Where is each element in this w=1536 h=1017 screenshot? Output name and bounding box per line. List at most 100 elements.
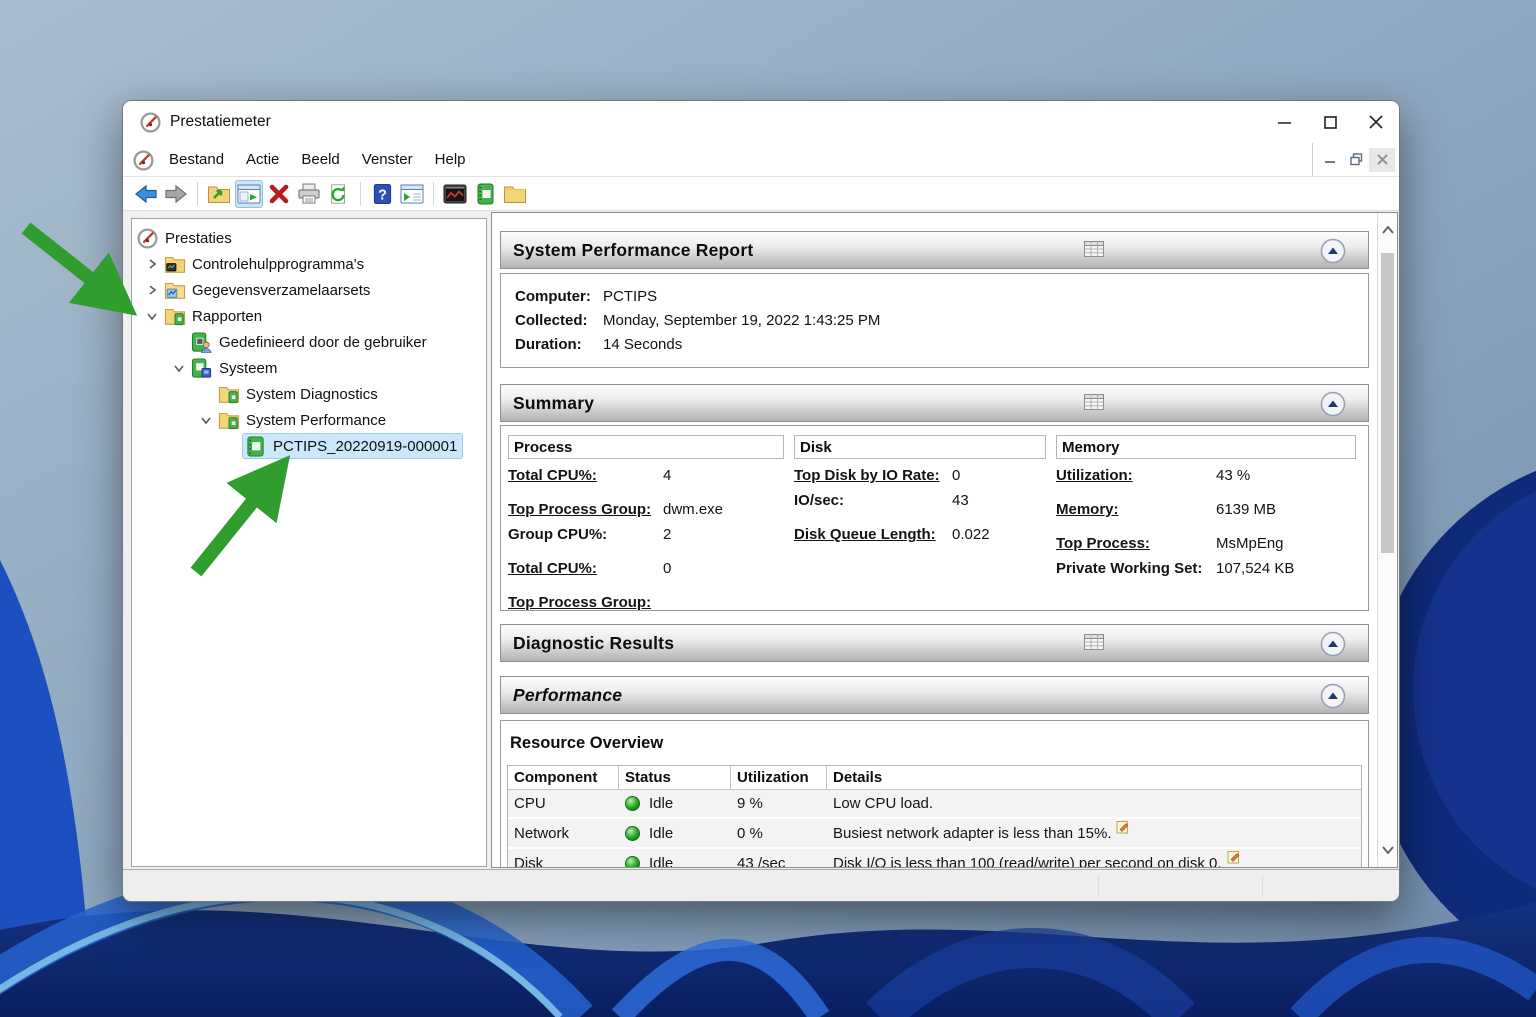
menu-items: Bestand Actie Beeld Venster Help bbox=[158, 147, 477, 172]
menu-item-venster[interactable]: Venster bbox=[351, 147, 424, 172]
mdi-restore-button[interactable] bbox=[1343, 148, 1369, 172]
summary-label-link[interactable]: Utilization: bbox=[1056, 467, 1216, 484]
collapse-section-button[interactable] bbox=[1320, 238, 1346, 264]
summary-label-link[interactable]: Disk Queue Length: bbox=[794, 526, 952, 543]
title-bar[interactable]: Prestatiemeter bbox=[123, 101, 1399, 143]
prestatiemeter-window: Prestatiemeter Bestand Actie Beeld Venster H… bbox=[122, 100, 1400, 902]
tree-item-gegevensverzamelaarsets[interactable]: Gegevensverzamelaarsets bbox=[132, 277, 486, 303]
menu-item-help[interactable]: Help bbox=[424, 147, 477, 172]
scrollbar-thumb[interactable] bbox=[1381, 253, 1394, 553]
table-view-icon[interactable] bbox=[1084, 634, 1104, 655]
back-button[interactable] bbox=[132, 180, 160, 208]
summary-row: Disk Queue Length: 0.022 bbox=[794, 526, 1046, 543]
menu-item-actie[interactable]: Actie bbox=[235, 147, 290, 172]
summary-value: 6139 MB bbox=[1216, 501, 1277, 518]
svg-text:?: ? bbox=[378, 187, 387, 203]
tree-node[interactable]: Systeem bbox=[189, 356, 282, 380]
section-system-performance-report[interactable]: System Performance Report bbox=[500, 231, 1369, 269]
report-info-box: Computer: PCTIPS Collected: Monday, Septemb… bbox=[500, 273, 1369, 368]
tree-node[interactable]: System Performance bbox=[216, 408, 391, 432]
folder-tools-icon bbox=[164, 254, 186, 274]
summary-value: 0 bbox=[952, 467, 961, 484]
summary-column-header: Process bbox=[508, 435, 784, 459]
tree-item-system-performance[interactable]: System Performance bbox=[132, 407, 486, 433]
summary-label-link[interactable]: Top Process Group: bbox=[508, 594, 663, 611]
tree-node[interactable]: Gegevensverzamelaarsets bbox=[162, 278, 375, 302]
export-button[interactable] bbox=[205, 180, 233, 208]
summary-value: 2 bbox=[663, 526, 672, 543]
vertical-scrollbar[interactable] bbox=[1377, 213, 1397, 867]
toggle-console-tree-button[interactable] bbox=[235, 179, 263, 208]
collapse-section-button[interactable] bbox=[1320, 391, 1346, 417]
section-diagnostic-results[interactable]: Diagnostic Results bbox=[500, 624, 1369, 662]
help-button[interactable]: ? bbox=[368, 180, 396, 208]
maximize-button[interactable] bbox=[1307, 101, 1353, 143]
menu-item-bestand[interactable]: Bestand bbox=[158, 147, 235, 172]
table-view-icon[interactable] bbox=[1084, 394, 1104, 415]
new-window-button[interactable] bbox=[398, 180, 426, 208]
mdi-close-button[interactable] bbox=[1369, 147, 1395, 172]
chevron-right-icon[interactable] bbox=[141, 256, 162, 272]
report-pane: System Performance Report Computer: PCTIP… bbox=[491, 212, 1398, 868]
table-view-icon[interactable] bbox=[1084, 241, 1104, 262]
details-text: Low CPU load. bbox=[833, 795, 934, 812]
summary-label-link[interactable]: Memory: bbox=[1056, 501, 1216, 518]
scroll-down-icon[interactable] bbox=[1378, 839, 1397, 861]
scroll-up-icon[interactable] bbox=[1378, 219, 1397, 241]
component-cell: Disk bbox=[514, 854, 544, 868]
section-performance[interactable]: Performance bbox=[500, 676, 1369, 714]
arrow-right-icon bbox=[164, 183, 188, 205]
red-x-icon bbox=[268, 183, 290, 205]
section-summary[interactable]: Summary bbox=[500, 384, 1369, 422]
delete-button[interactable] bbox=[265, 180, 293, 208]
summary-label-link[interactable]: Top Process Group: bbox=[508, 501, 663, 518]
chevron-down-icon[interactable] bbox=[168, 360, 189, 376]
chevron-down-icon[interactable] bbox=[141, 308, 162, 324]
summary-label-link[interactable]: Top Disk by IO Rate: bbox=[794, 467, 952, 484]
tree-item-prestaties[interactable]: Prestaties bbox=[132, 225, 486, 251]
tree-node[interactable]: Rapporten bbox=[162, 304, 267, 328]
collapse-section-button[interactable] bbox=[1320, 631, 1346, 657]
info-field-label: Collected: bbox=[515, 312, 588, 329]
tree-item-system-diagnostics[interactable]: System Diagnostics bbox=[132, 381, 486, 407]
folder-export-icon bbox=[207, 183, 231, 204]
tree-node[interactable]: System Diagnostics bbox=[216, 382, 383, 406]
tree-node[interactable]: PCTIPS_20220919-000001 bbox=[241, 433, 464, 459]
collapse-section-button[interactable] bbox=[1320, 683, 1346, 709]
close-button[interactable] bbox=[1353, 101, 1399, 143]
print-button[interactable] bbox=[295, 180, 323, 208]
summary-value: 4 bbox=[663, 467, 672, 484]
summary-label: IO/sec: bbox=[794, 492, 845, 509]
summary-value: 0 bbox=[663, 560, 672, 577]
details-text: Disk I/O is less than 100 (read/write) p… bbox=[833, 854, 1222, 868]
tree-item-gedefinieerd-door-de-gebruiker[interactable]: Gedefinieerd door de gebruiker bbox=[132, 329, 486, 355]
report-view-button[interactable] bbox=[471, 180, 499, 208]
tree-item-label: Prestaties bbox=[165, 229, 232, 247]
tree-node[interactable]: Prestaties bbox=[135, 226, 237, 250]
mdi-minimize-button[interactable] bbox=[1317, 148, 1343, 172]
folder-view-button[interactable] bbox=[501, 180, 529, 208]
tree-item-rapporten[interactable]: Rapporten bbox=[132, 303, 486, 329]
summary-label-link[interactable]: Total CPU%: bbox=[508, 560, 663, 577]
summary-label-link[interactable]: Total CPU%: bbox=[508, 467, 663, 484]
column-header-status: Status bbox=[619, 766, 731, 790]
report-info-row: Duration: 14 Seconds bbox=[515, 333, 1368, 357]
menu-item-beeld[interactable]: Beeld bbox=[290, 147, 350, 172]
refresh-button[interactable] bbox=[325, 180, 353, 208]
note-icon[interactable] bbox=[1227, 850, 1241, 867]
tree-item-pctips-20220919-000001[interactable]: PCTIPS_20220919-000001 bbox=[132, 433, 486, 459]
summary-column-header: Disk bbox=[794, 435, 1046, 459]
chevron-right-icon[interactable] bbox=[141, 282, 162, 298]
tree-item-systeem[interactable]: Systeem bbox=[132, 355, 486, 381]
summary-label-link[interactable]: Top Process: bbox=[1056, 535, 1216, 552]
forward-button[interactable] bbox=[162, 180, 190, 208]
tree-node[interactable]: Controlehulpprogramma's bbox=[162, 252, 369, 276]
tree-item-controlehulpprogramma-s[interactable]: Controlehulpprogramma's bbox=[132, 251, 486, 277]
minimize-button[interactable] bbox=[1261, 101, 1307, 143]
chevron-down-icon[interactable] bbox=[195, 412, 216, 428]
performance-monitor-button[interactable] bbox=[441, 180, 469, 208]
note-icon[interactable] bbox=[1116, 820, 1130, 838]
tree-node[interactable]: Gedefinieerd door de gebruiker bbox=[189, 330, 432, 354]
status-ok-icon bbox=[625, 796, 640, 811]
status-text: Idle bbox=[649, 824, 674, 842]
